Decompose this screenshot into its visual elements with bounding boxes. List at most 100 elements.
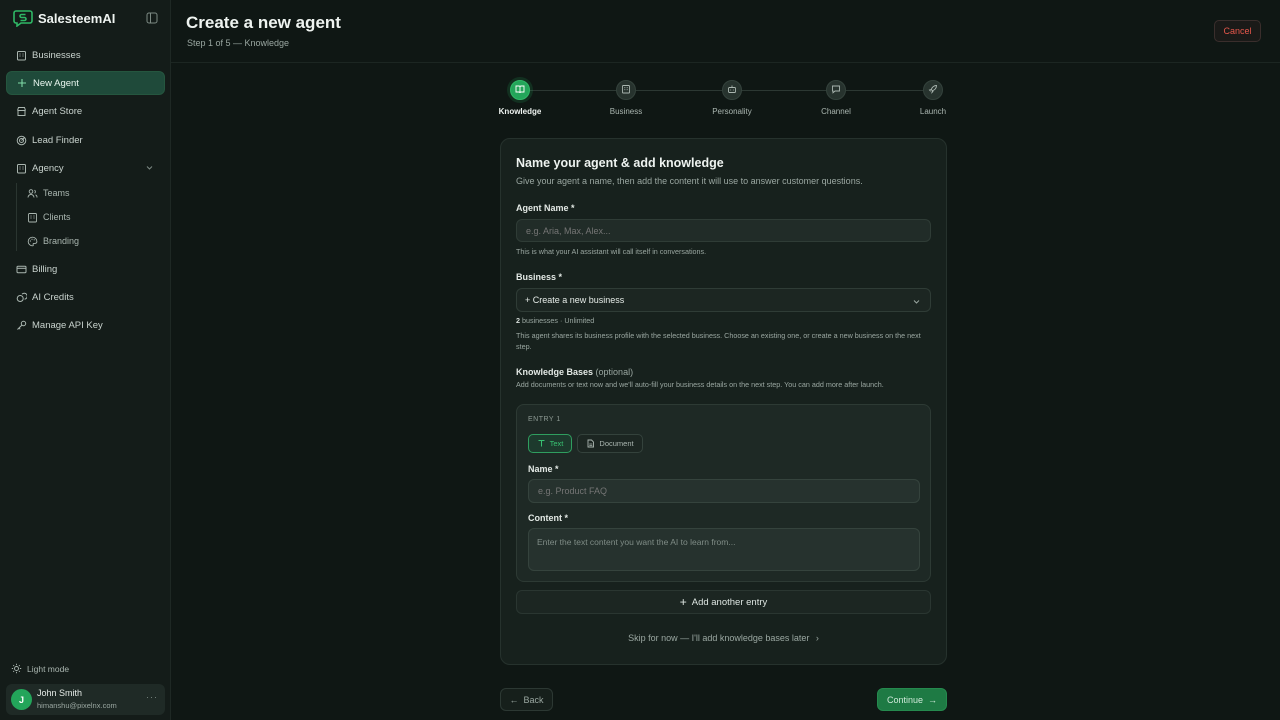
agent-name-input[interactable] [516,219,931,242]
plus-icon: + [679,595,687,609]
entry-name-input[interactable] [528,479,920,503]
knowledge-label: Knowledge Bases (optional) [516,367,633,377]
sidebar-item-label: AI Credits [32,291,74,303]
coins-icon [15,291,27,303]
card-title: Name your agent & add knowledge [516,156,724,170]
avatar: J [11,689,32,710]
step-launch[interactable] [923,80,943,100]
sidebar-subitem-branding[interactable]: Branding [22,231,162,251]
message-icon [831,81,841,99]
sidebar: SalesteemAI Businesses New Agent Agent S… [0,0,171,720]
light-mode-toggle[interactable]: Light mode [11,663,69,674]
sidebar-item-api-key[interactable]: Manage API Key [6,313,165,337]
users-icon [27,188,38,199]
step-label: Channel [821,107,851,116]
entry-tag: ENTRY 1 [528,416,561,423]
sidebar-item-label: Lead Finder [32,134,83,146]
app-name: SalesteemAI [38,10,116,26]
chevron-down-icon [912,297,921,306]
chevron-right-icon: › [815,633,819,643]
business-hint: This agent shares its business profile w… [516,331,921,351]
step-label: Knowledge [498,107,542,116]
key-icon [15,319,27,331]
step-label: Launch [919,107,947,116]
sidebar-item-agency[interactable]: Agency [6,156,165,180]
chevron-down-icon[interactable] [145,163,155,173]
sun-icon [11,663,22,674]
more-icon[interactable]: ··· [146,692,158,702]
business-select-value: + Create a new business [525,295,625,305]
submenu-guide-line [16,183,17,251]
building-icon [27,212,38,223]
step-label: Personality [712,107,752,116]
sidebar-item-label: Agent Store [32,105,83,117]
knowledge-label-text: Knowledge Bases [516,367,594,377]
cancel-button[interactable]: Cancel [1214,20,1261,42]
agent-name-hint: This is what your AI assistant will call… [516,247,707,256]
knowledge-hint: Add documents or text now and we'll auto… [516,380,884,389]
sidebar-subitem-clients[interactable]: Clients [22,207,162,227]
sidebar-item-new-agent[interactable]: New Agent [6,71,165,95]
sidebar-subitem-label: Branding [43,236,80,246]
sidebar-item-label: Billing [32,263,58,275]
card-icon [15,263,27,275]
business-select[interactable]: + Create a new business [516,288,931,312]
sidebar-item-label: Businesses [32,49,81,61]
business-label: Business * [516,272,563,282]
building-icon [15,162,27,174]
logo-icon [12,8,34,28]
sidebar-item-ai-credits[interactable]: AI Credits [6,285,165,309]
book-icon [515,81,525,99]
building-icon [15,49,27,61]
sidebar-item-label: Agency [32,162,64,174]
sidebar-item-businesses[interactable]: Businesses [6,43,165,67]
text-icon [537,439,546,448]
sidebar-item-lead-finder[interactable]: Lead Finder [6,128,165,152]
back-button[interactable]: ← Back [500,688,553,711]
user-email: himanshu@pixelnx.com [37,701,117,710]
palette-icon [27,236,38,247]
user-name: John Smith [37,688,83,698]
sidebar-item-billing[interactable]: Billing [6,257,165,281]
skip-link-label: Skip for now — I'll add knowledge bases … [628,633,810,643]
entry-type-text-button[interactable]: Text [528,434,572,453]
sidebar-subitem-teams[interactable]: Teams [22,183,162,203]
sidebar-item-agent-store[interactable]: Agent Store [6,99,165,123]
business-count-suffix: businesses · Unlimited [520,316,595,325]
step-channel[interactable] [826,80,846,100]
rocket-icon [928,81,938,99]
entry-type-document-button[interactable]: Document [577,434,643,453]
entry-content-textarea[interactable]: Enter the text content you want the AI t… [528,528,920,571]
sidebar-subitem-label: Clients [43,212,71,222]
store-icon [15,105,27,117]
add-entry-button[interactable]: + Add another entry [516,590,931,614]
light-mode-label: Light mode [27,663,70,674]
step-personality[interactable] [722,80,742,100]
arrow-right-icon: → [928,694,938,705]
radar-icon [15,134,27,146]
knowledge-card [500,138,947,665]
step-knowledge[interactable] [510,80,530,100]
entry-name-label: Name * [528,464,559,474]
card-description: Give your agent a name, then add the con… [516,176,863,186]
sidebar-item-label: New Agent [33,77,79,89]
entry-content-label: Content * [528,513,568,523]
business-count: 2 businesses · Unlimited [516,316,594,327]
sidebar-item-label: Manage API Key [32,319,103,331]
step-business[interactable] [616,80,636,100]
building-icon [621,81,631,99]
skip-link[interactable]: Skip for now — I'll add knowledge bases … [500,633,947,643]
sidebar-toggle-icon[interactable] [146,11,160,25]
arrow-left-icon: ← [509,694,519,705]
back-label: Back [523,694,544,705]
page-subtitle: Step 1 of 5 — Knowledge [187,38,290,48]
continue-label: Continue [886,694,924,705]
bot-icon [727,81,737,99]
document-icon [586,439,595,448]
add-entry-label: Add another entry [691,596,768,608]
sidebar-subitem-label: Teams [43,188,70,198]
logo[interactable]: SalesteemAI [12,8,162,28]
user-menu[interactable]: J John Smith himanshu@pixelnx.com ··· [6,684,165,715]
plus-icon [16,77,28,89]
continue-button[interactable]: Continue → [877,688,947,711]
